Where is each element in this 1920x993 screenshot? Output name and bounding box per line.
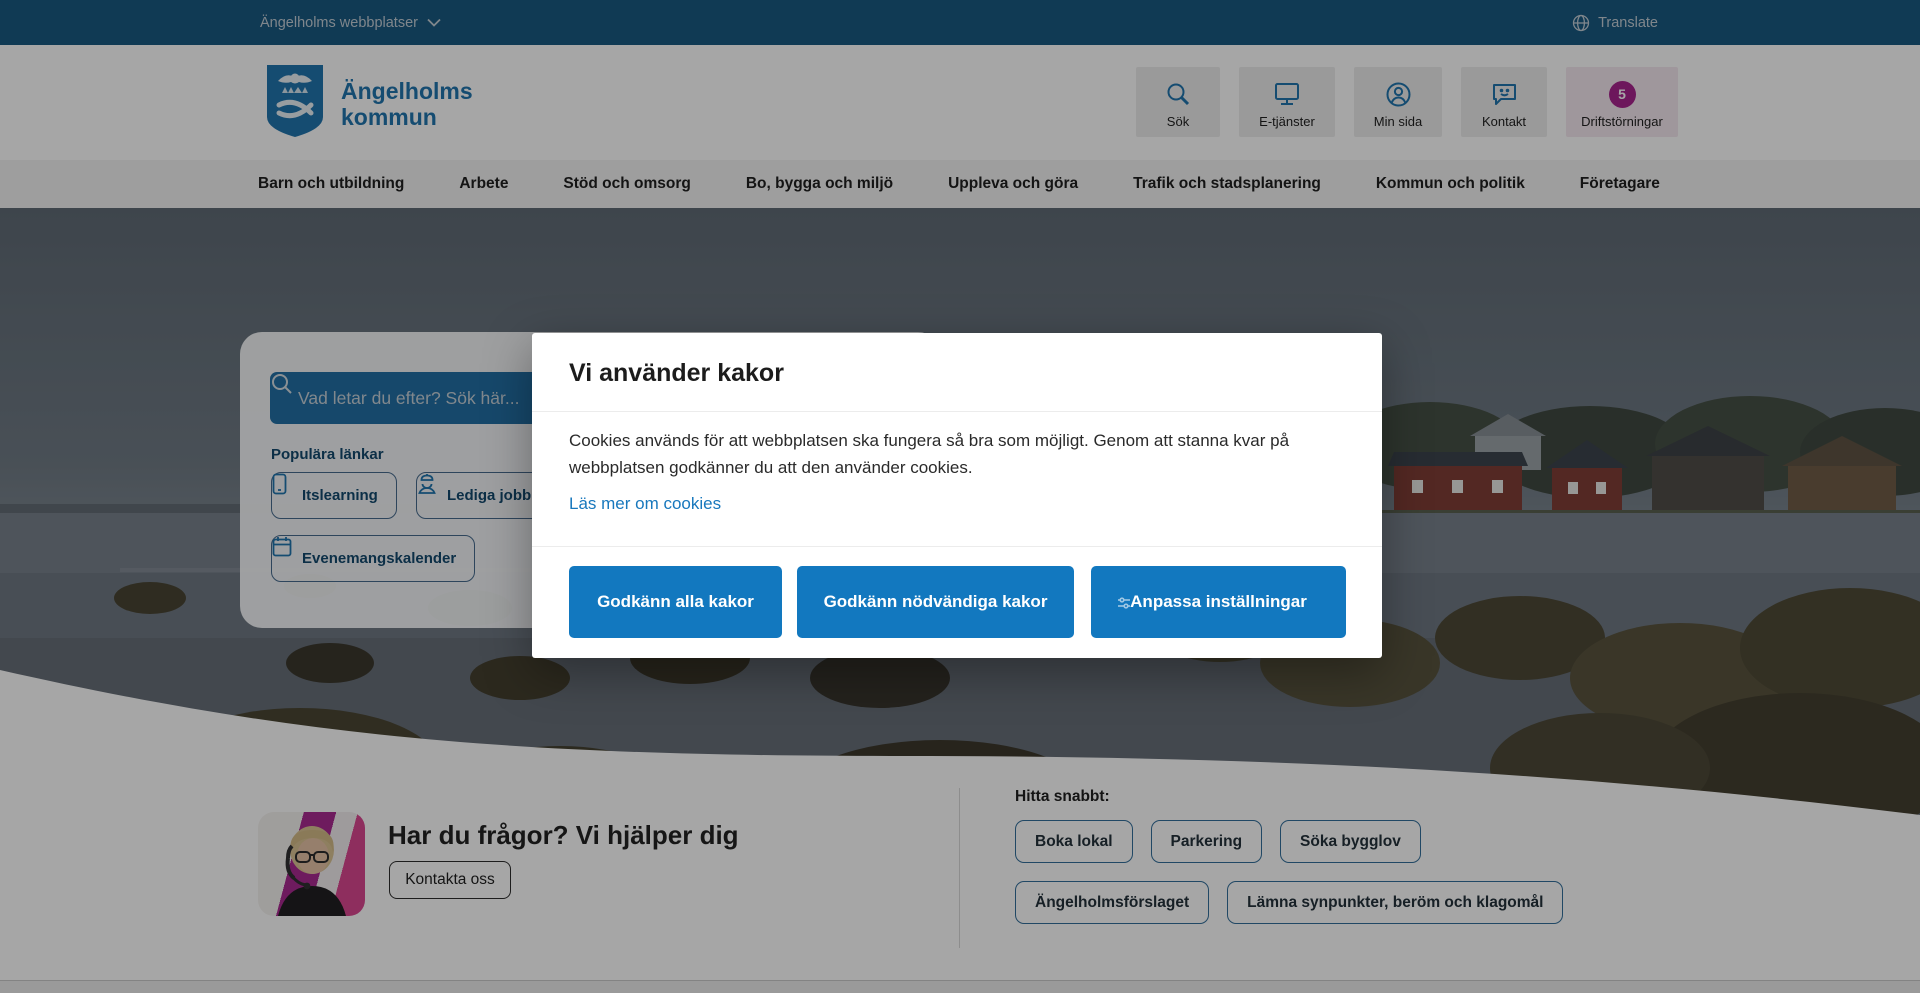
read-more-cookies-link[interactable]: Läs mer om cookies bbox=[569, 494, 721, 514]
sliders-icon bbox=[1117, 594, 1131, 616]
cookie-dialog-title: Vi använder kakor bbox=[569, 359, 784, 388]
page: Ängelholms webbplatser Translate bbox=[0, 0, 1920, 993]
cookie-dialog-body: Cookies används för att webbplatsen ska … bbox=[569, 427, 1337, 481]
dialog-divider bbox=[532, 411, 1382, 412]
customize-settings-button[interactable]: Anpassa inställningar bbox=[1091, 566, 1346, 638]
cookie-consent-dialog: Vi använder kakor Cookies används för at… bbox=[532, 333, 1382, 658]
dialog-divider bbox=[532, 546, 1382, 547]
accept-all-cookies-button[interactable]: Godkänn alla kakor bbox=[569, 566, 782, 638]
customize-settings-label: Anpassa inställningar bbox=[1130, 592, 1307, 611]
accept-necessary-cookies-button[interactable]: Godkänn nödvändiga kakor bbox=[797, 566, 1074, 638]
